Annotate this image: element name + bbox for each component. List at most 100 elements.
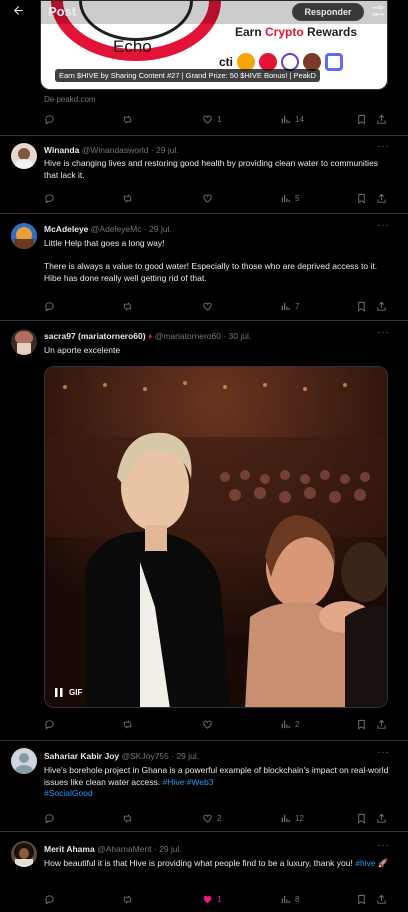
repost-icon[interactable] <box>122 719 133 730</box>
views-icon <box>281 302 290 311</box>
more-options-icon[interactable]: ··· <box>377 141 390 152</box>
hashtag-link[interactable]: #SocialGood <box>44 788 93 798</box>
heart-icon <box>203 814 212 823</box>
tweet-date[interactable]: · 29 jul. <box>144 224 172 234</box>
bookmark-icon[interactable] <box>356 301 367 312</box>
bookmark-icon[interactable] <box>356 894 367 905</box>
tweet-date[interactable]: · 29 jul. <box>154 844 182 854</box>
reply-button[interactable]: Responder <box>292 3 364 21</box>
link-source[interactable]: De peakd.com <box>44 95 96 104</box>
user-name[interactable]: Merit Ahama <box>44 844 95 854</box>
more-options-icon[interactable]: ··· <box>377 840 390 851</box>
tweet-header: Winanda @Winandasworld · 29 jul. <box>44 145 179 155</box>
views-button[interactable]: 5 <box>280 193 299 204</box>
user-handle[interactable]: @mariatornero60 <box>155 331 221 341</box>
share-icon[interactable] <box>376 813 387 824</box>
views-icon <box>281 115 290 124</box>
tweet-text: How beautiful it is that Hive is providi… <box>44 858 389 868</box>
views-button[interactable]: 7 <box>280 301 299 312</box>
gif-controls: GIF <box>55 688 82 697</box>
views-count: 8 <box>295 895 300 904</box>
views-button[interactable]: 12 <box>280 813 304 824</box>
card-icon-text: cti <box>219 55 234 69</box>
reply-tweet[interactable]: McAdeleye @AdeleyeMc · 29 jul. ··· Littl… <box>0 214 408 320</box>
repost-icon[interactable] <box>122 813 133 824</box>
avatar[interactable] <box>11 329 37 355</box>
pause-icon[interactable] <box>55 688 63 697</box>
hashtag-link[interactable]: #Hive #Web3 <box>163 777 214 787</box>
tweet-date[interactable]: · 29 jul. <box>151 145 179 155</box>
tweet-actions: 1 8 <box>44 894 388 908</box>
share-icon[interactable] <box>376 719 387 730</box>
heart-icon[interactable] <box>202 719 213 730</box>
repost-icon[interactable] <box>122 894 133 905</box>
heart-filled-icon <box>203 896 212 904</box>
heart-icon <box>203 115 212 124</box>
tweet-header: Merit Ahama @AhamaMerit · 29 jul. <box>44 844 182 854</box>
tweet-actions: 2 <box>44 719 388 733</box>
share-icon[interactable] <box>376 301 387 312</box>
avatar[interactable] <box>11 223 37 249</box>
tweet-date[interactable]: · 30 jul. <box>223 331 251 341</box>
bookmark-icon[interactable] <box>356 813 367 824</box>
top-bar: Post Responder <box>0 0 408 24</box>
repost-icon[interactable] <box>122 301 133 312</box>
like-count: 1 <box>217 115 222 124</box>
tweet-date[interactable]: · 29 jul. <box>171 751 199 761</box>
tweet-text: Little Help that goes a long way! There … <box>44 238 378 283</box>
views-button[interactable]: 14 <box>280 114 304 125</box>
reply-icon[interactable] <box>44 193 55 204</box>
views-icon <box>281 720 290 729</box>
tweet-header: sacra97 (mariatornero60) ♦ @mariatornero… <box>44 331 251 341</box>
bookmark-icon[interactable] <box>356 193 367 204</box>
bookmark-icon[interactable] <box>356 114 367 125</box>
reply-tweet[interactable]: Merit Ahama @AhamaMerit · 29 jul. ··· Ho… <box>0 832 408 912</box>
repost-icon[interactable] <box>122 193 133 204</box>
heart-icon[interactable] <box>202 301 213 312</box>
share-icon[interactable] <box>376 193 387 204</box>
reply-icon[interactable] <box>44 719 55 730</box>
user-name[interactable]: McAdeleye <box>44 224 88 234</box>
heart-icon[interactable] <box>202 193 213 204</box>
user-handle[interactable]: @AdeleyeMc <box>91 224 142 234</box>
back-arrow-icon[interactable] <box>12 4 25 20</box>
reply-icon[interactable] <box>44 301 55 312</box>
views-icon <box>281 194 290 203</box>
user-name[interactable]: sacra97 (mariatornero60) <box>44 331 146 341</box>
card-echo-text: Echo <box>113 37 152 56</box>
reply-icon[interactable] <box>44 894 55 905</box>
views-button[interactable]: 8 <box>280 894 299 905</box>
views-button[interactable]: 2 <box>280 719 299 730</box>
user-handle[interactable]: @Winandasworld <box>82 145 149 155</box>
user-name[interactable]: Winanda <box>44 145 79 155</box>
bookmark-icon[interactable] <box>356 719 367 730</box>
rocket-emoji: 🚀 <box>377 858 389 868</box>
gif-badge: GIF <box>69 688 83 697</box>
more-options-icon[interactable]: ··· <box>377 327 390 338</box>
views-count: 5 <box>295 194 300 203</box>
user-handle[interactable]: @AhamaMerit <box>97 844 151 854</box>
views-count: 7 <box>295 302 300 311</box>
user-name[interactable]: Sahariar Kabir Joy <box>44 751 119 761</box>
like-button[interactable]: 1 <box>202 114 221 125</box>
avatar[interactable] <box>11 841 37 867</box>
like-button-active[interactable]: 1 <box>202 894 221 905</box>
share-icon[interactable] <box>376 894 387 905</box>
avatar[interactable] <box>11 748 37 774</box>
reply-tweet[interactable]: Winanda @Winandasworld · 29 jul. ··· Hiv… <box>0 136 408 213</box>
reply-tweet[interactable]: Sahariar Kabir Joy @SKJoy755 · 29 jul. ·… <box>0 741 408 831</box>
user-handle[interactable]: @SKJoy755 <box>122 751 169 761</box>
more-options-icon[interactable]: ··· <box>377 220 390 231</box>
gif-image <box>45 367 387 707</box>
gif-media[interactable]: GIF <box>44 366 388 708</box>
like-button[interactable]: 2 <box>202 813 221 824</box>
settings-sliders-icon[interactable] <box>370 3 386 19</box>
reply-icon[interactable] <box>44 114 55 125</box>
more-options-icon[interactable]: ··· <box>377 747 390 758</box>
tweet-text: Un aporte excelente <box>44 345 121 355</box>
reply-icon[interactable] <box>44 813 55 824</box>
avatar[interactable] <box>11 143 37 169</box>
hashtag-link[interactable]: #hive <box>355 858 375 868</box>
repost-icon[interactable] <box>122 114 133 125</box>
share-icon[interactable] <box>376 114 387 125</box>
